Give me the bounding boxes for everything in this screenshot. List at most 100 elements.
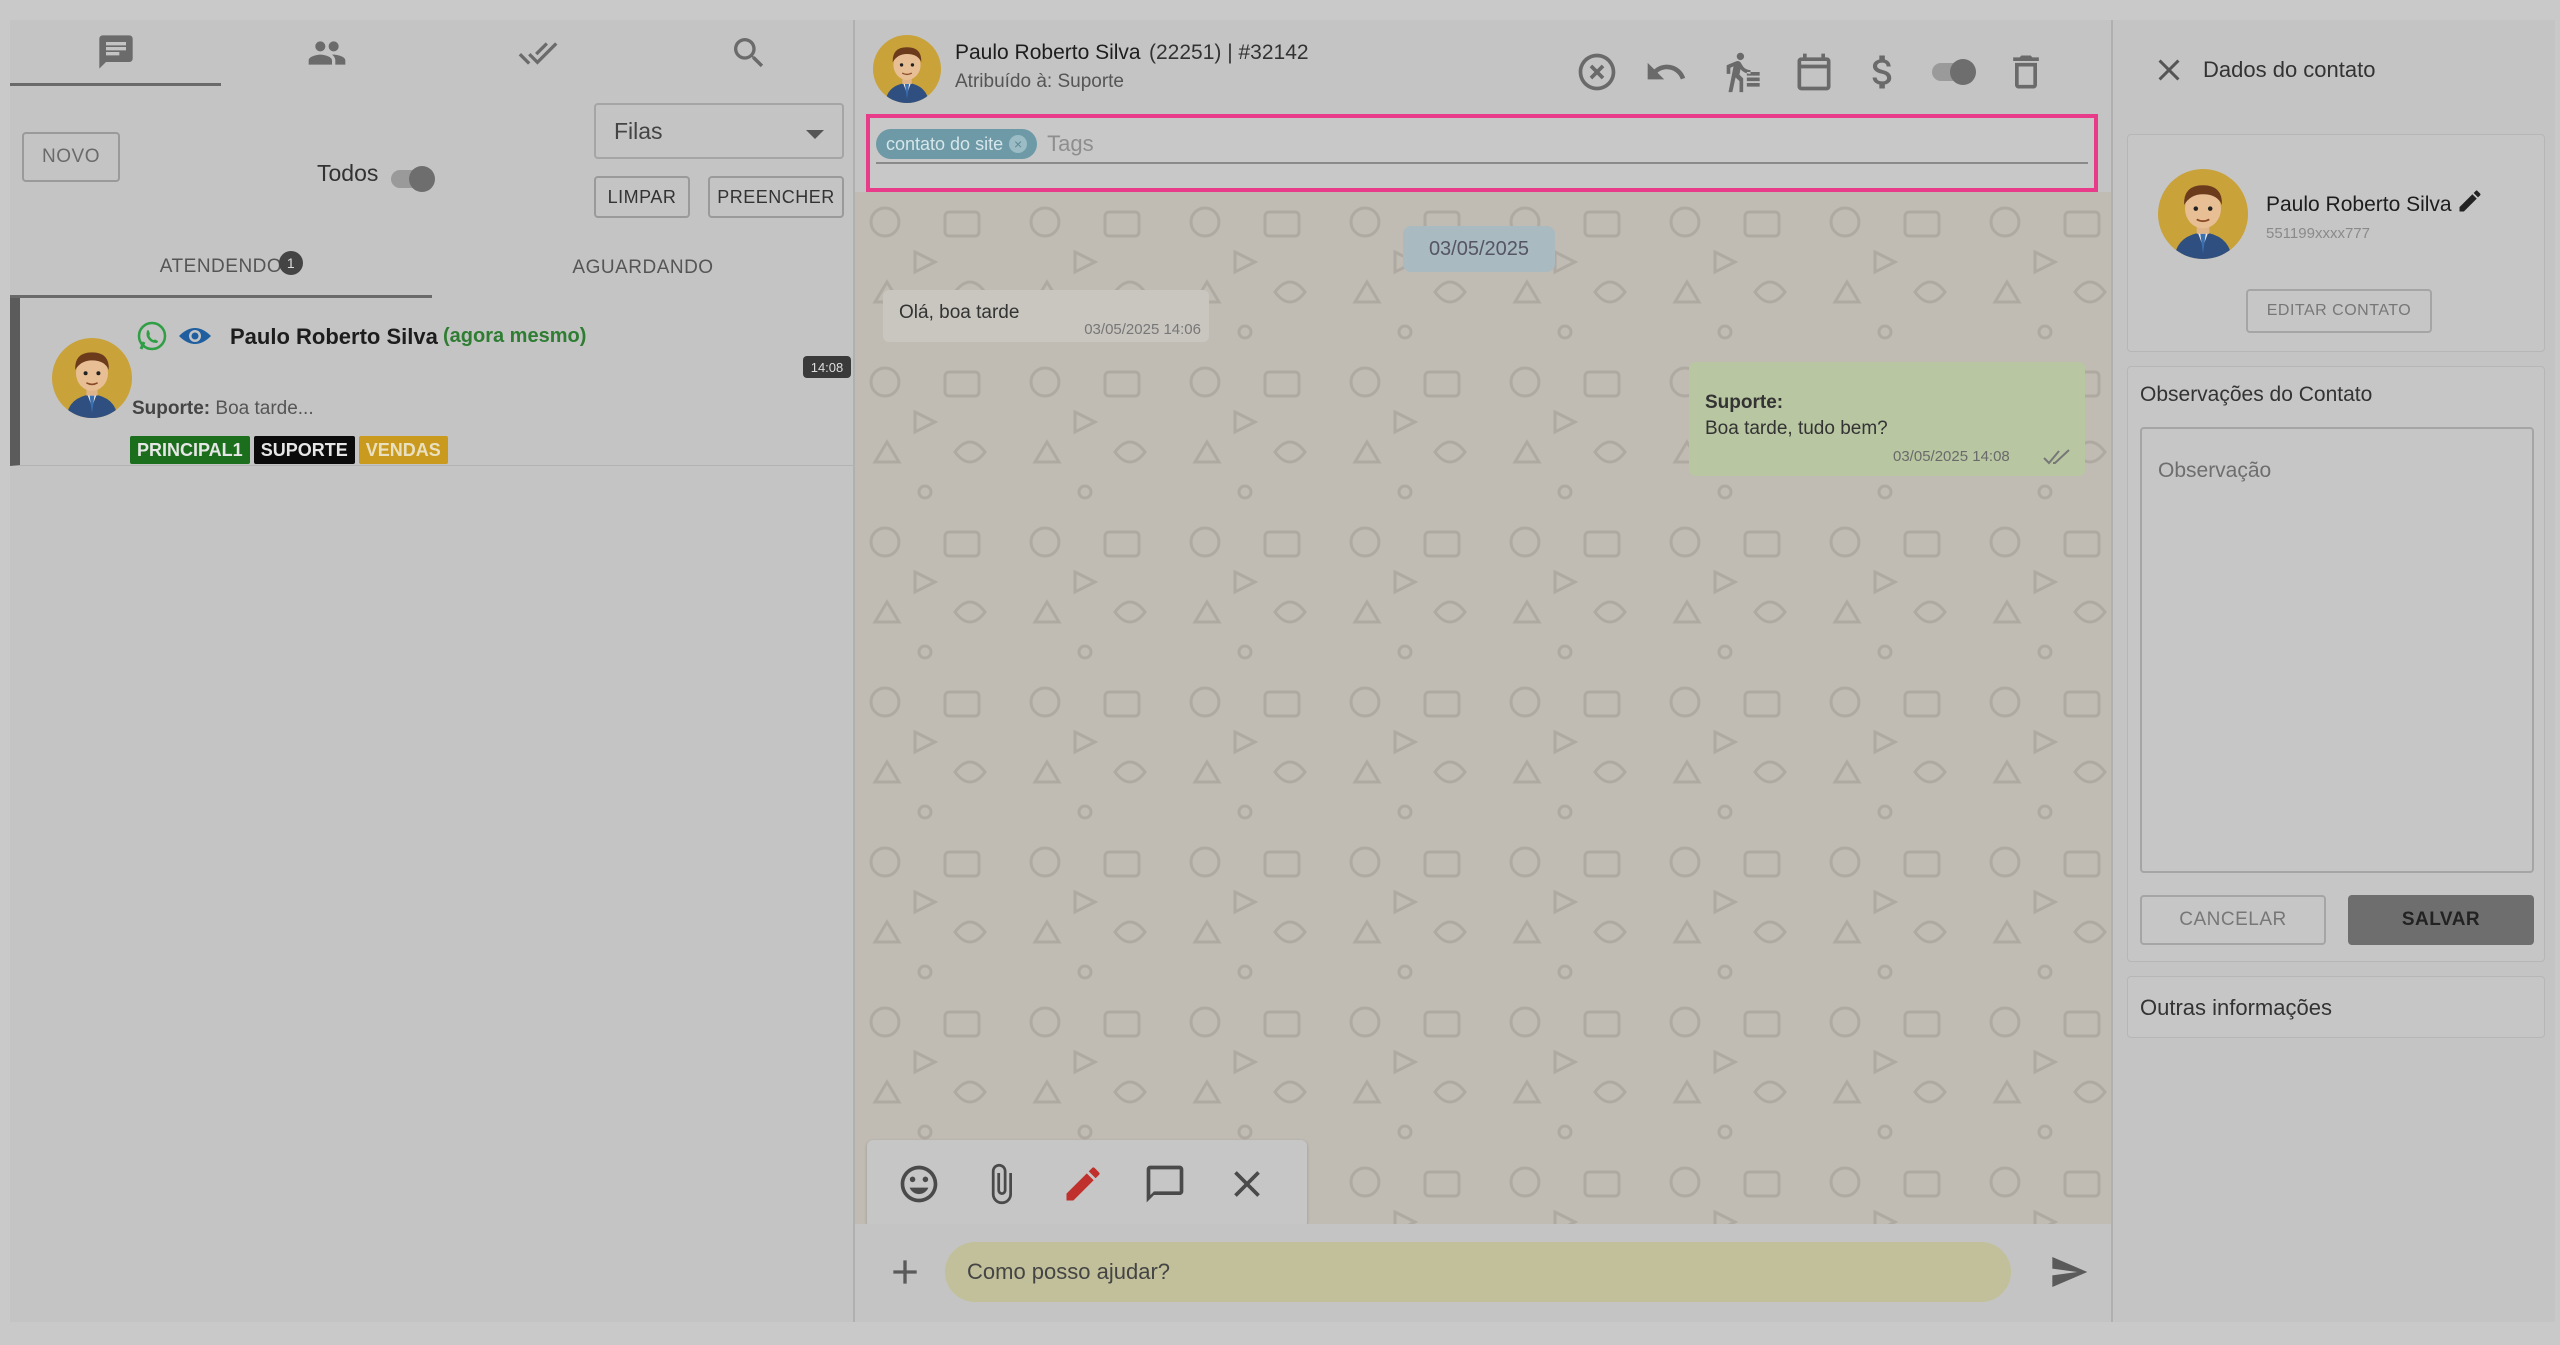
- edit-contact-button[interactable]: EDITAR CONTATO: [2246, 289, 2432, 333]
- chat-contact-name[interactable]: Paulo Roberto Silva: [955, 41, 1141, 65]
- attach-icon: [991, 1163, 1012, 1205]
- close-circle-icon: [1578, 53, 1616, 91]
- tags-input[interactable]: contato do site × Tags: [876, 126, 2088, 164]
- observations-title: Observações do Contato: [2140, 383, 2373, 406]
- tab-attending[interactable]: ATENDENDO 1: [10, 238, 432, 298]
- fill-button[interactable]: PREENCHER: [708, 176, 844, 218]
- comment-icon: [1146, 1165, 1184, 1203]
- tab-waiting[interactable]: AGUARDANDO: [432, 238, 854, 298]
- tab-chats[interactable]: [10, 20, 221, 86]
- contact-card: Paulo Roberto Silva 551199xxxx777 EDITAR…: [2127, 134, 2545, 352]
- message-time: 03/05/2025 14:06: [1084, 321, 1201, 338]
- ticket-time-badge: 14:08: [803, 356, 851, 378]
- tab-attending-label: ATENDENDO: [159, 255, 283, 277]
- send-icon[interactable]: [2047, 1252, 2091, 1292]
- queues-select-label: Filas: [614, 117, 663, 144]
- emoji-button[interactable]: [897, 1162, 941, 1206]
- undo-icon: [1647, 62, 1686, 80]
- tickets-panel: NOVO Todos Filas LIMPAR PREENCHER ATENDE…: [10, 20, 855, 1322]
- contact-details-panel: Dados do contato Paulo Roberto Silva 551…: [2111, 20, 2555, 1322]
- signature-button[interactable]: [1061, 1162, 1105, 1206]
- delete-ticket-button[interactable]: [2004, 50, 2048, 94]
- other-info-card[interactable]: Outras informações: [2127, 976, 2545, 1038]
- chat-ticket-id: (22251) | #32142: [1149, 41, 1309, 64]
- done-all-icon: [518, 42, 557, 65]
- tags-placeholder: Tags: [1047, 131, 1094, 156]
- attach-button[interactable]: [979, 1162, 1023, 1206]
- app-window: NOVO Todos Filas LIMPAR PREENCHER ATENDE…: [10, 20, 2555, 1322]
- save-button[interactable]: SALVAR: [2348, 895, 2534, 945]
- pencil-icon: [1066, 1167, 1100, 1201]
- message-text: Boa tarde, tudo bem?: [1705, 418, 1888, 439]
- ticket-preview: Suporte: Boa tarde...: [132, 398, 314, 420]
- tab-resolved[interactable]: [432, 20, 643, 86]
- cancel-button[interactable]: CANCELAR: [2140, 895, 2326, 945]
- return-ticket-button[interactable]: [1644, 50, 1688, 94]
- close-toolbar-button[interactable]: [1225, 1162, 1269, 1206]
- calendar-icon: [1797, 53, 1831, 91]
- other-info-title: Outras informações: [2140, 995, 2332, 1020]
- double-check-icon: [2043, 449, 2070, 465]
- tags-bar: contato do site × Tags: [866, 114, 2098, 192]
- message-input[interactable]: Como posso ajudar?: [945, 1242, 2011, 1302]
- plus-icon[interactable]: [885, 1252, 925, 1292]
- chat-panel: Paulo Roberto Silva (22251) | #32142 Atr…: [855, 20, 2111, 1322]
- panel-title: Dados do contato: [2203, 57, 2376, 82]
- transfer-ticket-button[interactable]: [1723, 50, 1767, 94]
- chip-remove-icon[interactable]: ×: [1009, 135, 1028, 153]
- contacts-icon: [308, 41, 345, 65]
- chevron-down-icon: [806, 129, 824, 139]
- ticket-preview-text: Boa tarde...: [215, 398, 314, 419]
- todos-toggle[interactable]: [391, 166, 435, 192]
- ticket-list-item[interactable]: Paulo Roberto Silva (agora mesmo) 14:08 …: [10, 298, 855, 466]
- whatsapp-icon: [137, 321, 167, 351]
- chat-assigned-to: Atribuído à: Suporte: [955, 71, 1124, 92]
- composer-toolbar: [867, 1140, 1307, 1224]
- tag-vendas: VENDAS: [358, 436, 448, 464]
- dollar-icon: [1872, 55, 1892, 89]
- close-icon[interactable]: [2151, 52, 2187, 88]
- contact-name: Paulo Roberto Silva: [2266, 193, 2452, 216]
- search-icon: [733, 38, 763, 68]
- eye-icon[interactable]: [178, 324, 212, 348]
- status-tabs: ATENDENDO 1 AGUARDANDO: [10, 238, 855, 298]
- quick-reply-button[interactable]: [1143, 1162, 1187, 1206]
- schedule-button[interactable]: [1792, 50, 1836, 94]
- observations-card: Observações do Contato Observação CANCEL…: [2127, 366, 2545, 962]
- edit-name-icon[interactable]: [2456, 187, 2484, 215]
- tag-suporte: SUPORTE: [253, 436, 355, 464]
- observation-textarea[interactable]: Observação: [2140, 427, 2534, 873]
- close-ticket-button[interactable]: [1575, 50, 1619, 94]
- outgoing-message[interactable]: Suporte: Boa tarde, tudo bem? 03/05/2025…: [1689, 362, 2085, 476]
- ticket-relative-time: (agora mesmo): [443, 325, 587, 347]
- trash-icon: [2013, 55, 2039, 89]
- tab-search[interactable]: [643, 20, 854, 86]
- toggle-knob: [409, 166, 435, 192]
- message-text: Olá, boa tarde: [899, 302, 1020, 323]
- tab-waiting-label: AGUARDANDO: [572, 257, 714, 278]
- close-icon: [1234, 1171, 1260, 1197]
- new-ticket-button[interactable]: NOVO: [22, 132, 120, 182]
- payment-button[interactable]: [1861, 50, 1905, 94]
- tag-chip-label: contato do site: [886, 133, 1004, 154]
- avatar: [2158, 169, 2248, 259]
- bot-toggle[interactable]: [1932, 59, 1976, 85]
- message-sender: Suporte:: [1705, 392, 1784, 413]
- nav-tabs: [10, 20, 855, 86]
- date-separator: 03/05/2025: [1403, 226, 1555, 272]
- count-badge: 1: [279, 251, 303, 275]
- incoming-message[interactable]: Olá, boa tarde 03/05/2025 14:06: [883, 290, 1209, 342]
- tag-chip[interactable]: contato do site ×: [876, 129, 1038, 159]
- tab-contacts[interactable]: [221, 20, 432, 86]
- chat-header: Paulo Roberto Silva (22251) | #32142 Atr…: [855, 20, 2111, 116]
- chat-icon: [98, 34, 133, 69]
- queues-select[interactable]: Filas: [594, 103, 844, 159]
- composer: Como posso ajudar?: [855, 1224, 2111, 1322]
- clear-button[interactable]: LIMPAR: [594, 176, 690, 218]
- avatar[interactable]: [873, 35, 941, 103]
- todos-label: Todos: [317, 160, 379, 186]
- message-time: 03/05/2025 14:08: [1893, 448, 2010, 465]
- emoji-icon: [900, 1165, 938, 1203]
- message-list[interactable]: 03/05/2025 Olá, boa tarde 03/05/2025 14:…: [855, 192, 2111, 1224]
- wallpaper-pattern: [855, 192, 2111, 1224]
